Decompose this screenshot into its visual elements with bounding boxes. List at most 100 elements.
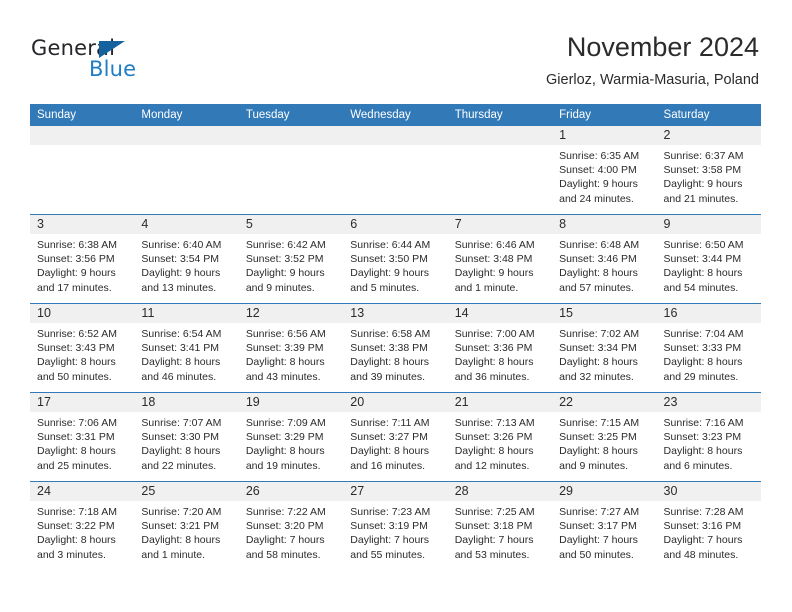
- calendar-day-cell[interactable]: 5 Sunrise: 6:42 AM Sunset: 3:52 PM Daylight…: [238, 214, 344, 304]
- day-cell-inner: 11 Sunrise: 6:54 AM Sunset: 3:41 PM Dayligh…: [134, 304, 239, 392]
- day-cell-inner: 16 Sunrise: 7:04 AM Sunset: 3:33 PM Dayligh…: [656, 304, 761, 392]
- daylight-duration-line2: and 1 minute.: [141, 548, 206, 561]
- calendar-day-cell[interactable]: 23 Sunrise: 7:16 AM Sunset: 3:23 PM Dayligh…: [656, 392, 761, 482]
- day-details: Sunrise: 6:46 AM Sunset: 3:48 PM Daylight:…: [448, 234, 552, 295]
- calendar-day-cell[interactable]: 14 Sunrise: 7:00 AM Sunset: 3:36 PM Dayligh…: [447, 303, 553, 393]
- daylight-duration-line1: Daylight: 9 hours: [245, 267, 325, 280]
- day-number: 9: [656, 215, 761, 234]
- daylight-duration-line2: and 12 minutes.: [454, 459, 530, 472]
- sunrise-time: Sunrise: 6:42 AM: [245, 239, 326, 251]
- daylight-duration-line2: and 58 minutes.: [245, 548, 321, 561]
- day-number: 14: [447, 304, 553, 323]
- daylight-duration-line1: Daylight: 8 hours: [245, 356, 325, 369]
- day-details: Sunrise: 6:52 AM Sunset: 3:43 PM Daylight:…: [30, 323, 134, 384]
- calendar-day-cell[interactable]: 18 Sunrise: 7:07 AM Sunset: 3:30 PM Dayligh…: [134, 392, 239, 482]
- calendar-page: General Blue November 2024 Gierloz, Warm…: [0, 0, 792, 612]
- calendar-day-cell[interactable]: 27 Sunrise: 7:23 AM Sunset: 3:19 PM Dayligh…: [343, 481, 448, 570]
- day-cell-inner: [30, 126, 135, 214]
- calendar-day-cell[interactable]: 16 Sunrise: 7:04 AM Sunset: 3:33 PM Dayligh…: [656, 303, 761, 393]
- day-number: 13: [343, 304, 448, 323]
- sunrise-time: Sunrise: 7:02 AM: [559, 328, 640, 340]
- weekday-header-saturday: Saturday: [656, 104, 761, 126]
- daylight-duration-line2: and 13 minutes.: [141, 281, 217, 294]
- sunrise-time: Sunrise: 6:58 AM: [350, 328, 431, 340]
- calendar-day-cell[interactable]: 7 Sunrise: 6:46 AM Sunset: 3:48 PM Daylight…: [447, 214, 553, 304]
- calendar-day-cell[interactable]: 19 Sunrise: 7:09 AM Sunset: 3:29 PM Dayligh…: [238, 392, 344, 482]
- sunset-time: Sunset: 3:29 PM: [245, 431, 324, 444]
- sunrise-time: Sunrise: 7:06 AM: [37, 417, 117, 429]
- logo-text-blue: Blue: [89, 57, 137, 81]
- sunrise-time: Sunrise: 7:07 AM: [141, 417, 222, 429]
- sunrise-time: Sunrise: 6:52 AM: [37, 328, 117, 340]
- day-number: 26: [238, 482, 344, 501]
- day-number: 28: [447, 482, 553, 501]
- general-blue-logo[interactable]: General Blue: [31, 36, 191, 86]
- daylight-duration-line1: Daylight: 7 hours: [350, 534, 430, 547]
- calendar-day-cell[interactable]: 3 Sunrise: 6:38 AM Sunset: 3:56 PM Daylight…: [30, 214, 135, 304]
- page-title: November 2024: [566, 32, 759, 62]
- day-details: Sunrise: 7:16 AM Sunset: 3:23 PM Daylight:…: [657, 412, 761, 473]
- day-cell-inner: 24 Sunrise: 7:18 AM Sunset: 3:22 PM Dayligh…: [30, 482, 135, 570]
- daylight-duration-line1: Daylight: 8 hours: [141, 445, 221, 458]
- daylight-duration-line1: Daylight: 8 hours: [37, 356, 116, 369]
- sunset-time: Sunset: 3:23 PM: [663, 431, 742, 444]
- calendar-day-cell[interactable]: 17 Sunrise: 7:06 AM Sunset: 3:31 PM Dayligh…: [30, 392, 135, 482]
- calendar-day-cell[interactable]: 21 Sunrise: 7:13 AM Sunset: 3:26 PM Dayligh…: [447, 392, 553, 482]
- daylight-duration-line1: Daylight: 9 hours: [663, 178, 743, 191]
- calendar-day-cell[interactable]: 15 Sunrise: 7:02 AM Sunset: 3:34 PM Dayligh…: [552, 303, 657, 393]
- day-cell-inner: 8 Sunrise: 6:48 AM Sunset: 3:46 PM Daylight…: [552, 215, 657, 303]
- calendar-day-cell[interactable]: 24 Sunrise: 7:18 AM Sunset: 3:22 PM Dayligh…: [30, 481, 135, 570]
- page-header: General Blue November 2024 Gierloz, Warm…: [0, 0, 792, 104]
- sunrise-time: Sunrise: 6:46 AM: [454, 239, 535, 251]
- daylight-duration-line2: and 48 minutes.: [663, 548, 739, 561]
- day-details: Sunrise: 6:42 AM Sunset: 3:52 PM Daylight:…: [239, 234, 343, 295]
- sunset-time: Sunset: 3:30 PM: [141, 431, 220, 444]
- weekday-header-tuesday: Tuesday: [238, 104, 344, 126]
- calendar-day-cell[interactable]: 6 Sunrise: 6:44 AM Sunset: 3:50 PM Daylight…: [343, 214, 448, 304]
- calendar-day-cell[interactable]: 13 Sunrise: 6:58 AM Sunset: 3:38 PM Dayligh…: [343, 303, 448, 393]
- calendar-day-cell[interactable]: 30 Sunrise: 7:28 AM Sunset: 3:16 PM Dayligh…: [656, 481, 761, 570]
- calendar-day-cell[interactable]: 9 Sunrise: 6:50 AM Sunset: 3:44 PM Daylight…: [656, 214, 761, 304]
- calendar-day-cell[interactable]: 11 Sunrise: 6:54 AM Sunset: 3:41 PM Dayligh…: [134, 303, 239, 393]
- day-cell-inner: [343, 126, 448, 214]
- day-cell-inner: [238, 126, 344, 214]
- day-details: Sunrise: 6:37 AM Sunset: 3:58 PM Daylight:…: [657, 145, 761, 206]
- calendar-day-cell[interactable]: 10 Sunrise: 6:52 AM Sunset: 3:43 PM Dayligh…: [30, 303, 135, 393]
- sunrise-time: Sunrise: 6:56 AM: [245, 328, 326, 340]
- day-cell-inner: 22 Sunrise: 7:15 AM Sunset: 3:25 PM Dayligh…: [552, 393, 657, 481]
- calendar-day-cell[interactable]: 22 Sunrise: 7:15 AM Sunset: 3:25 PM Dayligh…: [552, 392, 657, 482]
- weekday-header-friday: Friday: [552, 104, 657, 126]
- day-details: Sunrise: 6:58 AM Sunset: 3:38 PM Daylight:…: [343, 323, 447, 384]
- calendar-day-cell[interactable]: 20 Sunrise: 7:11 AM Sunset: 3:27 PM Dayligh…: [343, 392, 448, 482]
- day-cell-inner: 23 Sunrise: 7:16 AM Sunset: 3:23 PM Dayligh…: [656, 393, 761, 481]
- day-number: 20: [343, 393, 448, 412]
- calendar-day-cell[interactable]: 12 Sunrise: 6:56 AM Sunset: 3:39 PM Dayligh…: [238, 303, 344, 393]
- day-details: Sunrise: 7:27 AM Sunset: 3:17 PM Daylight:…: [552, 501, 656, 562]
- calendar-day-cell[interactable]: 29 Sunrise: 7:27 AM Sunset: 3:17 PM Dayligh…: [552, 481, 657, 570]
- calendar-day-cell[interactable]: 25 Sunrise: 7:20 AM Sunset: 3:21 PM Dayligh…: [134, 481, 239, 570]
- calendar-day-cell[interactable]: 8 Sunrise: 6:48 AM Sunset: 3:46 PM Daylight…: [552, 214, 657, 304]
- sunrise-time: Sunrise: 7:18 AM: [37, 506, 117, 518]
- sunrise-time: Sunrise: 7:15 AM: [559, 417, 640, 429]
- daylight-duration-line1: Daylight: 8 hours: [559, 356, 638, 369]
- daylight-duration-line1: Daylight: 8 hours: [663, 267, 743, 280]
- sunrise-time: Sunrise: 6:38 AM: [37, 239, 117, 251]
- day-cell-inner: 25 Sunrise: 7:20 AM Sunset: 3:21 PM Dayligh…: [134, 482, 239, 570]
- daylight-duration-line2: and 3 minutes.: [37, 548, 106, 561]
- calendar-day-cell[interactable]: 1 Sunrise: 6:35 AM Sunset: 4:00 PM Daylight…: [552, 126, 657, 215]
- calendar-day-cell[interactable]: 28 Sunrise: 7:25 AM Sunset: 3:18 PM Dayligh…: [447, 481, 553, 570]
- daylight-duration-line2: and 17 minutes.: [37, 281, 112, 294]
- daylight-duration-line1: Daylight: 7 hours: [559, 534, 638, 547]
- sunset-time: Sunset: 3:58 PM: [663, 164, 742, 177]
- calendar-empty-cell: [343, 126, 448, 215]
- sunrise-time: Sunrise: 6:35 AM: [559, 150, 640, 162]
- calendar-day-cell[interactable]: 2 Sunrise: 6:37 AM Sunset: 3:58 PM Daylight…: [656, 126, 761, 215]
- calendar-day-cell[interactable]: 26 Sunrise: 7:22 AM Sunset: 3:20 PM Dayligh…: [238, 481, 344, 570]
- sunset-time: Sunset: 3:38 PM: [350, 342, 428, 355]
- calendar-day-cell[interactable]: 4 Sunrise: 6:40 AM Sunset: 3:54 PM Daylight…: [134, 214, 239, 304]
- day-cell-inner: 9 Sunrise: 6:50 AM Sunset: 3:44 PM Daylight…: [656, 215, 761, 303]
- day-number: 3: [30, 215, 135, 234]
- sunrise-time: Sunrise: 7:00 AM: [454, 328, 535, 340]
- sunset-time: Sunset: 3:22 PM: [37, 520, 115, 533]
- day-cell-inner: 4 Sunrise: 6:40 AM Sunset: 3:54 PM Daylight…: [134, 215, 239, 303]
